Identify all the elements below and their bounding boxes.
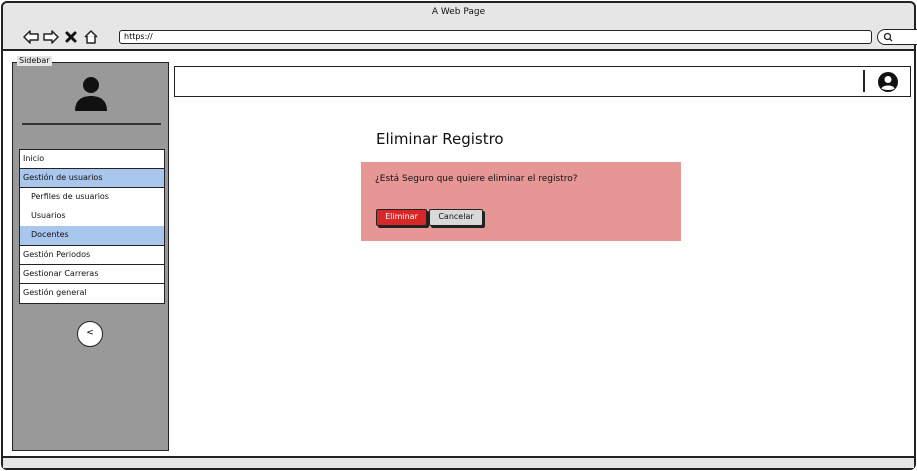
- status-bar: [3, 458, 914, 468]
- home-icon[interactable]: [83, 29, 99, 45]
- user-circle-icon[interactable]: [877, 71, 899, 97]
- sidebar-item-gestion-usuarios[interactable]: Gestión de usuarios: [20, 169, 164, 188]
- sidebar-legend: Sidebar: [17, 56, 52, 66]
- sidebar-submenu: Perfiles de usuarios Usuarios Docentes: [20, 188, 164, 246]
- sidebar-subitem-usuarios[interactable]: Usuarios: [28, 207, 164, 226]
- top-bar: [174, 66, 911, 97]
- sidebar-menu: Inicio Gestión de usuarios Perfiles de u…: [19, 149, 165, 304]
- sidebar: Sidebar Inicio Gestión de usuarios Perfi…: [12, 56, 169, 451]
- delete-confirm-alert: ¿Está Seguro que quiere eliminar el regi…: [361, 162, 681, 241]
- cancel-button[interactable]: Cancelar: [429, 209, 483, 226]
- sidebar-subitem-docentes[interactable]: Docentes: [20, 226, 164, 245]
- delete-button[interactable]: Eliminar: [376, 209, 427, 226]
- window-title: A Web Page: [431, 7, 486, 17]
- sidebar-item-general[interactable]: Gestión general: [20, 284, 164, 303]
- browser-search[interactable]: [877, 29, 917, 45]
- forward-arrow-icon[interactable]: [43, 29, 59, 45]
- close-icon[interactable]: [65, 29, 77, 45]
- sidebar-item-inicio[interactable]: Inicio: [20, 150, 164, 169]
- back-arrow-icon[interactable]: [23, 29, 39, 45]
- url-bar[interactable]: https://: [119, 30, 872, 44]
- sidebar-subitem-perfiles[interactable]: Perfiles de usuarios: [28, 188, 164, 207]
- sidebar-item-carreras[interactable]: Gestionar Carreras: [20, 265, 164, 284]
- collapse-sidebar-button[interactable]: <: [77, 321, 103, 347]
- topbar-divider: [863, 70, 865, 92]
- page-title: Eliminar Registro: [376, 130, 504, 148]
- user-avatar-icon: [74, 76, 108, 116]
- alert-message: ¿Está Seguro que quiere eliminar el regi…: [375, 174, 578, 184]
- sidebar-item-periodos[interactable]: Gestión Periodos: [20, 246, 164, 265]
- sidebar-separator: [22, 123, 161, 125]
